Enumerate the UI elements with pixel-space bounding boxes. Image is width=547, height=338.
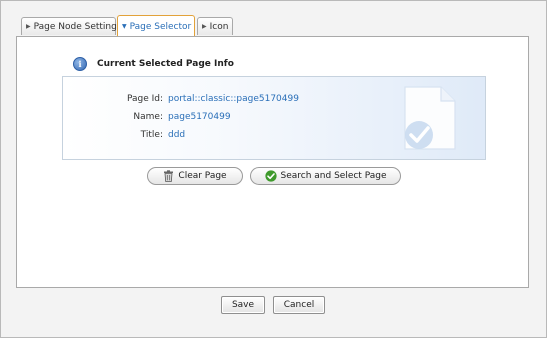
name-row: Name: page5170499 [63,110,363,124]
cancel-button[interactable]: Cancel [273,296,325,314]
info-header: i Current Selected Page Info [73,57,234,71]
search-and-select-page-button[interactable]: Search and Select Page [250,167,401,185]
page-selector-panel: i Current Selected Page Info Page Id: po… [16,36,529,288]
trash-icon [164,169,174,182]
tab-label: Page Node Setting [33,22,117,32]
clear-page-button[interactable]: Clear Page [147,167,243,185]
triangle-right-icon: ▶ [202,23,207,30]
save-button[interactable]: Save [221,296,265,314]
triangle-right-icon: ▶ [26,23,31,30]
title-value: ddd [168,130,186,140]
tab-page-node-setting[interactable]: ▶ Page Node Setting [21,17,117,35]
name-label: Name: [133,112,163,122]
search-and-select-label: Search and Select Page [280,171,387,181]
info-title: Current Selected Page Info [97,59,234,69]
name-value: page5170499 [168,112,231,122]
triangle-down-icon: ▼ [122,23,127,30]
tab-page-selector[interactable]: ▼ Page Selector [117,15,195,36]
tab-label: Page Selector [129,22,192,32]
tab-label: Icon [209,22,229,32]
check-circle-icon [264,169,277,182]
title-row: Title: ddd [63,128,363,142]
info-icon: i [73,57,87,71]
page-info-box: Page Id: portal::classic::page5170499 Na… [62,76,486,160]
page-document-icon [404,86,456,150]
tab-icon[interactable]: ▶ Icon [197,17,233,35]
page-id-value: portal::classic::page5170499 [168,94,299,104]
clear-page-label: Clear Page [178,171,227,181]
page-id-row: Page Id: portal::classic::page5170499 [63,92,363,106]
page-actions: Clear Page Search and Select Page [17,167,530,187]
title-label: Title: [140,130,163,140]
page-id-label: Page Id: [126,94,163,104]
